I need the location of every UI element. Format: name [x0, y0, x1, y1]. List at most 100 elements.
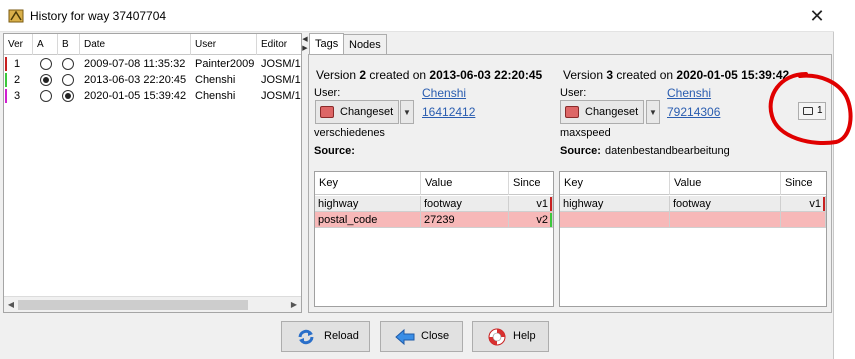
row-date: 2013-06-03 22:20:45	[84, 74, 187, 86]
col-date[interactable]: Date	[80, 34, 191, 55]
source-value: datenbestandbearbeitung	[605, 145, 730, 157]
user-link[interactable]: Chenshi	[422, 86, 466, 100]
version-color-marker	[550, 213, 552, 227]
history-row[interactable]: 3 2020-01-05 15:39:42 Chenshi JOSM/1.	[4, 88, 301, 104]
user-label: User:	[314, 87, 341, 99]
row-date: 2020-01-05 15:39:42	[84, 90, 187, 102]
changeset-icon	[320, 106, 334, 118]
row-ver: 1	[14, 58, 21, 70]
scroll-left-icon[interactable]: ◀	[4, 297, 18, 313]
tag-value: footway	[670, 196, 781, 212]
tag-value	[670, 212, 781, 228]
radio-b[interactable]	[62, 58, 74, 70]
col-b[interactable]: B	[58, 34, 80, 55]
col-key[interactable]: Key	[560, 172, 670, 195]
reload-icon	[298, 329, 314, 345]
tag-table-header: Key Value Since	[315, 172, 553, 195]
reload-button[interactable]: Reload	[281, 321, 370, 352]
radio-b[interactable]	[62, 74, 74, 86]
changeset-button[interactable]: Changeset	[560, 100, 644, 124]
lifebuoy-help-icon	[488, 328, 506, 346]
row-editor: JOSM/1.	[261, 58, 301, 70]
history-table-header: Ver A B Date User Editor	[4, 34, 301, 55]
source-label: Source:	[560, 145, 601, 157]
tag-since: v1	[781, 196, 826, 212]
row-user: Chenshi	[195, 90, 236, 102]
tag-table-a: Key Value Since highway footway v1 posta…	[314, 171, 554, 307]
source-label: Source:	[314, 145, 355, 157]
changeset-icon	[565, 106, 579, 118]
scroll-right-icon[interactable]: ▶	[287, 297, 301, 313]
help-button[interactable]: Help	[472, 321, 549, 352]
changeset-id-link[interactable]: 79214306	[667, 105, 720, 119]
row-editor: JOSM/1.	[261, 74, 301, 86]
tag-key: postal_code	[315, 212, 421, 228]
radio-a[interactable]	[40, 90, 52, 102]
history-row[interactable]: 1 2009-07-08 11:35:32 Painter2009 JOSM/1…	[4, 56, 301, 72]
tag-key	[560, 212, 670, 228]
tag-row[interactable]: postal_code 27239 v2	[315, 212, 553, 228]
col-user[interactable]: User	[191, 34, 257, 55]
changeset-dropdown-icon[interactable]: ▼	[646, 100, 660, 124]
scrollbar-thumb[interactable]	[18, 300, 248, 310]
version-color-marker	[5, 89, 7, 103]
comment-count: 1	[817, 105, 823, 116]
horizontal-scrollbar[interactable]: ◀ ▶	[4, 296, 301, 312]
window-title: History for way 37407704	[30, 9, 167, 23]
history-window: History for way 37407704 ✕ Ver A B Date …	[0, 0, 834, 359]
changeset-button[interactable]: Changeset	[315, 100, 399, 124]
tab-nodes[interactable]: Nodes	[343, 34, 387, 54]
collapse-right-icon[interactable]: ▶	[302, 45, 308, 53]
tag-row[interactable]: highway footway v1	[560, 196, 826, 212]
tags-panel: Version 2 created on 2013-06-03 22:20:45…	[308, 54, 832, 313]
changeset-comment: maxspeed	[560, 127, 611, 139]
col-since[interactable]: Since	[509, 172, 553, 195]
tag-key: highway	[560, 196, 670, 212]
changeset-dropdown-icon[interactable]: ▼	[400, 100, 414, 124]
user-label: User:	[560, 87, 587, 99]
speech-bubble-icon	[803, 107, 813, 115]
col-ver[interactable]: Ver	[4, 34, 33, 55]
history-row[interactable]: 2 2013-06-03 22:20:45 Chenshi JOSM/1.	[4, 72, 301, 88]
radio-b[interactable]	[62, 90, 74, 102]
row-user: Chenshi	[195, 74, 236, 86]
radio-a[interactable]	[40, 58, 52, 70]
history-table: Ver A B Date User Editor 1 2009-07-08 11…	[3, 33, 302, 313]
version-color-marker	[5, 57, 7, 71]
version-color-marker	[550, 197, 552, 211]
tag-key: highway	[315, 196, 421, 212]
row-ver: 3	[14, 90, 21, 102]
changeset-id-link[interactable]: 16412412	[422, 105, 475, 119]
col-since[interactable]: Since	[781, 172, 826, 195]
col-value[interactable]: Value	[670, 172, 781, 195]
row-user: Painter2009	[195, 58, 255, 70]
col-value[interactable]: Value	[421, 172, 509, 195]
collapse-left-icon[interactable]: ◀	[302, 36, 308, 44]
col-key[interactable]: Key	[315, 172, 421, 195]
tag-value: footway	[421, 196, 509, 212]
tag-row[interactable]	[560, 212, 826, 228]
tab-tags[interactable]: Tags	[309, 33, 345, 54]
arrow-left-icon	[395, 328, 415, 346]
col-editor[interactable]: Editor	[257, 34, 301, 55]
version-a-title: Version 2 created on 2013-06-03 22:20:45	[316, 68, 543, 82]
row-ver: 2	[14, 74, 21, 86]
radio-a[interactable]	[40, 74, 52, 86]
changeset-comments-button[interactable]: 1	[798, 102, 826, 120]
col-a[interactable]: A	[33, 34, 58, 55]
version-color-marker	[823, 197, 825, 211]
close-button[interactable]: Close	[380, 321, 463, 352]
tag-row[interactable]: highway footway v1	[315, 196, 553, 212]
changeset-comment: verschiedenes	[314, 127, 385, 139]
user-link[interactable]: Chenshi	[667, 86, 711, 100]
close-window-icon[interactable]: ✕	[806, 5, 828, 27]
tag-since	[781, 212, 826, 228]
version-b-title: Version 3 created on 2020-01-05 15:39:42	[563, 68, 790, 82]
tag-since: v2	[509, 212, 553, 228]
tag-table-b: Key Value Since highway footway v1	[559, 171, 827, 307]
josm-app-icon	[8, 9, 24, 23]
tag-table-header: Key Value Since	[560, 172, 826, 195]
version-color-marker	[5, 73, 7, 87]
row-date: 2009-07-08 11:35:32	[84, 58, 186, 70]
row-editor: JOSM/1.	[261, 90, 301, 102]
